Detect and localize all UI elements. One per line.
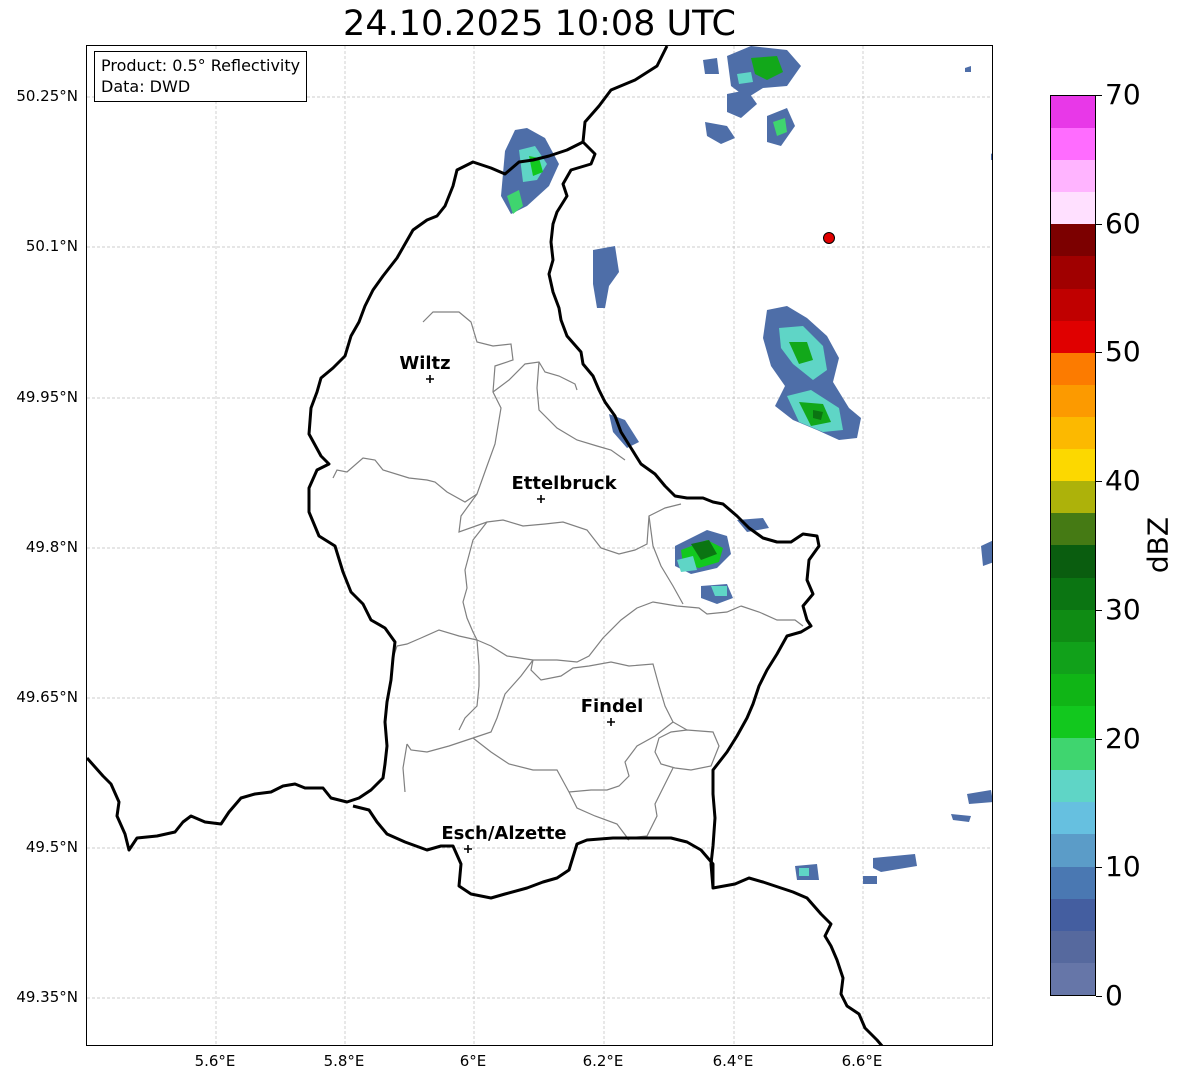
colorbar: [1050, 95, 1096, 996]
city-marker-ettelbruck: [537, 495, 545, 503]
colorbar-unit-label: dBZ: [1141, 516, 1175, 574]
colorbar-tick: [1096, 609, 1102, 611]
colorbar-segment: [1051, 352, 1095, 385]
city-label-ettelbruck: Ettelbruck: [511, 473, 617, 494]
colorbar-segment: [1051, 930, 1095, 963]
colorbar-segment: [1051, 320, 1095, 353]
colorbar-tick: [1096, 738, 1102, 740]
city-label-findel: Findel: [581, 696, 644, 717]
echo-cell-central-north: [593, 246, 619, 308]
lon-tick-label: 5.8°E: [323, 1052, 365, 1070]
lat-tick-label: 49.5°N: [25, 838, 78, 856]
radar-map[interactable]: Wiltz Ettelbruck Findel Esch/Alzette: [86, 45, 993, 1046]
colorbar-segment: [1051, 128, 1095, 161]
colorbar-tick-label: 30: [1105, 592, 1141, 626]
echo-cell-northeast: [703, 46, 801, 146]
colorbar-tick-label: 0: [1105, 979, 1123, 1012]
colorbar-segment: [1051, 738, 1095, 771]
city-label-wiltz: Wiltz: [399, 353, 450, 374]
colorbar-segment: [1051, 95, 1095, 129]
colorbar-segment: [1051, 192, 1095, 225]
colorbar-segment: [1051, 962, 1095, 995]
lat-tick-label: 49.35°N: [16, 988, 78, 1006]
colorbar-tick-label: 40: [1105, 464, 1141, 498]
city-markers: [426, 375, 615, 853]
city-marker-wiltz: [426, 375, 434, 383]
colorbar-segment: [1051, 577, 1095, 610]
colorbar-segment: [1051, 513, 1095, 546]
colorbar-tick-label: 20: [1105, 721, 1141, 755]
colorbar-segment: [1051, 802, 1095, 835]
colorbar-segment: [1051, 160, 1095, 193]
city-marker-findel: [607, 718, 615, 726]
colorbar-segment: [1051, 481, 1095, 514]
colorbar-segment: [1051, 449, 1095, 482]
colorbar-segment: [1051, 256, 1095, 289]
echo-cell-border: [609, 414, 639, 448]
colorbar-segment: [1051, 706, 1095, 739]
colorbar-tick-label: 10: [1105, 850, 1141, 884]
lat-tick-label: 49.65°N: [16, 688, 78, 706]
colorbar-segment: [1051, 898, 1095, 931]
lon-tick-label: 6.2°E: [582, 1052, 624, 1070]
gridlines: [87, 46, 992, 1045]
colorbar-segment: [1051, 417, 1095, 450]
lon-tick-label: 5.6°E: [194, 1052, 236, 1070]
lon-tick-label: 6°E: [459, 1052, 487, 1070]
colorbar-segment: [1051, 224, 1095, 257]
product-info-box: Product: 0.5° Reflectivity Data: DWD: [94, 51, 308, 102]
lat-tick-label: 50.25°N: [16, 87, 78, 105]
colorbar-segment: [1051, 545, 1095, 578]
colorbar-tick: [1096, 996, 1102, 997]
data-source-label: Data: DWD: [101, 77, 191, 96]
colorbar-segment: [1051, 770, 1095, 803]
city-marker-esch-alzette: [464, 845, 472, 853]
colorbar-segment: [1051, 673, 1095, 707]
colorbar-tick-label: 70: [1105, 78, 1141, 111]
city-label-esch-alzette: Esch/Alzette: [441, 823, 566, 844]
colorbar-tick: [1096, 867, 1102, 869]
national-borders: [87, 46, 884, 1045]
colorbar-tick: [1096, 95, 1102, 96]
colorbar-segment: [1051, 834, 1095, 867]
colorbar-segment: [1051, 384, 1095, 418]
colorbar-tick-label: 50: [1105, 335, 1141, 369]
colorbar-segment: [1051, 866, 1095, 899]
colorbar-segment: [1051, 609, 1095, 642]
colorbar-segment: [1051, 288, 1095, 321]
lon-tick-label: 6.6°E: [841, 1052, 883, 1070]
lon-tick-label: 6.4°E: [712, 1052, 754, 1070]
colorbar-tick: [1096, 481, 1102, 483]
map-canvas: Wiltz Ettelbruck Findel Esch/Alzette: [87, 46, 992, 1045]
lat-tick-label: 50.1°N: [25, 237, 78, 255]
echo-cell-east: [763, 306, 861, 440]
canton-boundaries: [332, 311, 804, 841]
map-title: 24.10.2025 10:08 UTC: [343, 4, 736, 44]
lat-tick-label: 49.8°N: [25, 538, 78, 556]
radar-site-marker[interactable]: [823, 232, 835, 244]
lat-tick-label: 49.95°N: [16, 388, 78, 406]
colorbar-tick-label: 60: [1105, 206, 1141, 240]
colorbar-segment: [1051, 641, 1095, 674]
colorbar-tick: [1096, 223, 1102, 225]
colorbar-tick: [1096, 352, 1102, 354]
radar-echoes: [501, 46, 992, 884]
echo-cell-far-east: [795, 66, 992, 884]
product-label: Product: 0.5° Reflectivity: [101, 56, 301, 75]
